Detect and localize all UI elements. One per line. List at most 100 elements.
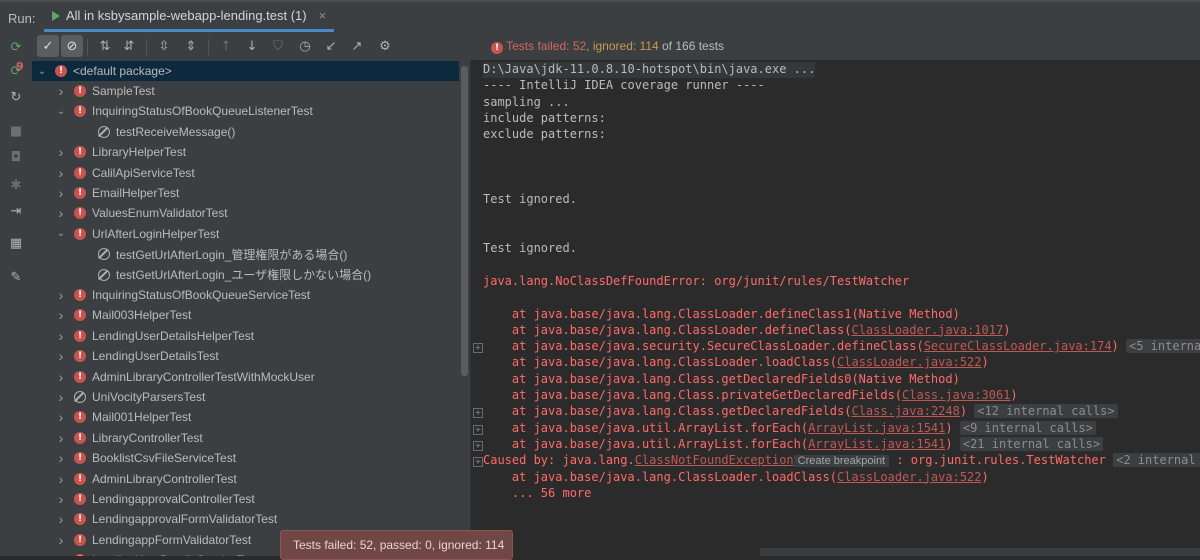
stacktrace-link[interactable]: ArrayList.java:1541 — [808, 437, 945, 451]
chevron-right-icon[interactable]: › — [54, 185, 68, 201]
debug-icon[interactable]: ✱ — [7, 176, 25, 194]
stacktrace-link[interactable]: ClassNotFoundException — [635, 453, 794, 467]
internal-calls-fold[interactable]: <21 internal calls> — [959, 436, 1104, 451]
test-class-row[interactable]: › UniVocityParsersTest — [32, 387, 459, 407]
chevron-right-icon[interactable]: › — [54, 369, 68, 385]
internal-calls-fold[interactable]: <5 internal calls> — [1126, 339, 1200, 354]
test-class-row[interactable]: ›! LibraryControllerTest — [32, 428, 459, 448]
stacktrace-link[interactable]: ClassLoader.java:522 — [837, 470, 982, 484]
test-class-row[interactable]: ›! Mail003HelperTest — [32, 305, 459, 325]
chevron-right-icon[interactable]: › — [54, 552, 68, 556]
fold-icon[interactable]: + — [473, 457, 483, 468]
show-ignored-button[interactable]: ⊘ — [61, 35, 83, 57]
internal-calls-fold[interactable]: <9 internal calls> — [959, 420, 1096, 435]
test-class-row[interactable]: ›! LendingapprovalControllerTest — [32, 489, 459, 509]
test-class-row[interactable]: ›! AdminLibraryControllerTestWithMockUser — [32, 367, 459, 387]
tree-item-label: Mail003HelperTest — [92, 308, 192, 323]
test-class-row[interactable]: ›! ValuesEnumValidatorTest — [32, 203, 459, 223]
export-results-button[interactable]: ↗ — [346, 35, 368, 57]
chevron-right-icon[interactable]: › — [54, 532, 68, 548]
chevron-down-icon[interactable]: ⌄ — [54, 106, 68, 117]
run-configuration-tab[interactable]: All in ksbysample-webapp-lending.test (1… — [44, 2, 335, 32]
console-line: at java.base/java.lang.ClassLoader.defin… — [483, 323, 1011, 339]
tree-root-row[interactable]: ⌄! <default package> — [32, 61, 459, 81]
test-class-row[interactable]: ›! CalilApiServiceTest — [32, 163, 459, 183]
chevron-right-icon[interactable]: › — [54, 450, 68, 466]
failed-test-icon: ! — [74, 411, 86, 424]
test-history-button[interactable]: ◷ — [294, 35, 316, 57]
chevron-right-icon[interactable]: › — [54, 144, 68, 160]
stop-icon[interactable]: ■ — [7, 122, 25, 140]
stacktrace-link[interactable]: SecureClassLoader.java:174 — [924, 339, 1112, 353]
chevron-right-icon[interactable]: › — [54, 165, 68, 181]
chevron-down-icon[interactable]: ⌄ — [54, 228, 68, 239]
chevron-right-icon[interactable]: › — [54, 511, 68, 527]
test-method-row[interactable]: testReceiveMessage() — [32, 122, 459, 142]
layout-icon[interactable]: ▦ — [7, 234, 25, 252]
test-class-row[interactable]: ⌄! InquiringStatusOfBookQueueListenerTest — [32, 101, 459, 121]
chevron-right-icon[interactable]: › — [54, 471, 68, 487]
show-passed-button[interactable]: ✓ — [37, 35, 59, 57]
import-results-button[interactable]: ↙ — [320, 35, 342, 57]
test-method-row[interactable]: testGetUrlAfterLogin_ユーザ権限しかない場合() — [32, 265, 459, 285]
chevron-right-icon[interactable]: › — [54, 348, 68, 364]
run-tool-window-header: Run: All in ksbysample-webapp-lending.te… — [0, 0, 1200, 34]
chevron-right-icon[interactable]: › — [54, 409, 68, 425]
status-total: of 166 tests — [658, 39, 725, 53]
chevron-right-icon[interactable]: › — [54, 205, 68, 221]
collapse-all-button[interactable]: ⇕ — [180, 35, 202, 57]
test-class-row[interactable]: ›! AdminLibraryControllerTest — [32, 469, 459, 489]
fold-icon[interactable]: + — [473, 408, 483, 419]
tree-scrollbar[interactable] — [459, 60, 470, 556]
console-text: Test ignored. — [483, 241, 577, 256]
test-class-row[interactable]: ›! BooklistCsvFileServiceTest — [32, 448, 459, 468]
test-class-row[interactable]: ›! EmailHelperTest — [32, 183, 459, 203]
create-breakpoint-button[interactable]: Create breakpoint — [793, 455, 890, 468]
next-failed-button[interactable]: ↓ — [241, 35, 263, 57]
tree-root-label: <default package> — [73, 64, 172, 78]
camera-icon[interactable]: ◘ — [7, 148, 25, 166]
chevron-right-icon[interactable]: › — [54, 307, 68, 323]
test-class-row[interactable]: ⌄! UrlAfterLoginHelperTest — [32, 224, 459, 244]
chevron-right-icon[interactable]: › — [54, 328, 68, 344]
chevron-down-icon[interactable]: ⌄ — [35, 66, 49, 77]
stacktrace-link[interactable]: ArrayList.java:1541 — [808, 421, 945, 435]
test-class-row[interactable]: ›! LendingapprovalFormValidatorTest — [32, 509, 459, 529]
expand-all-button[interactable]: ⇳ — [153, 35, 175, 57]
failed-test-icon: ! — [74, 513, 86, 526]
chevron-right-icon[interactable]: › — [54, 430, 68, 446]
console-horizontal-scrollbar[interactable] — [760, 548, 1200, 556]
pin-icon[interactable]: ✎ — [7, 268, 25, 286]
test-class-row[interactable]: ›! LendingUserDetailsHelperTest — [32, 326, 459, 346]
chevron-right-icon[interactable]: › — [54, 287, 68, 303]
sort-by-duration-button[interactable]: ⇵ — [118, 35, 140, 57]
test-class-row[interactable]: ›! LendingUserDetailsTest — [32, 346, 459, 366]
test-class-row[interactable]: ›! Mail001HelperTest — [32, 407, 459, 427]
rerun-icon[interactable]: ⟳ — [7, 38, 25, 56]
stacktrace-link[interactable]: Class.java:3061 — [902, 388, 1010, 402]
settings-button[interactable]: ⚙ — [374, 35, 396, 57]
chevron-right-icon[interactable]: › — [54, 389, 68, 405]
stacktrace-link[interactable]: ClassLoader.java:522 — [837, 355, 982, 369]
internal-calls-fold[interactable]: <2 internal calls> — [1113, 453, 1200, 468]
fold-icon[interactable]: + — [473, 424, 483, 435]
exit-icon[interactable]: ⇥ — [7, 202, 25, 220]
tree-scrollbar-thumb[interactable] — [461, 66, 468, 376]
stacktrace-link[interactable]: ClassLoader.java:1017 — [851, 323, 1003, 337]
test-class-row[interactable]: ›! InquiringStatusOfBookQueueServiceTest — [32, 285, 459, 305]
internal-calls-fold[interactable]: <12 internal calls> — [974, 404, 1118, 419]
console-output[interactable]: D:\Java\jdk-11.0.8.10-hotspot\bin\java.e… — [471, 60, 1200, 556]
sort-alphabetically-button[interactable]: ⇅ — [94, 35, 116, 57]
stacktrace-link[interactable]: Class.java:2248 — [851, 404, 959, 418]
fold-icon[interactable]: + — [473, 440, 483, 451]
fold-icon[interactable]: + — [473, 343, 483, 354]
previous-failed-button[interactable]: ↑ — [215, 35, 237, 57]
test-class-row[interactable]: ›! LibraryHelperTest — [32, 142, 459, 162]
toggle-auto-test-icon[interactable]: ↻ — [7, 88, 25, 106]
test-method-row[interactable]: testGetUrlAfterLogin_管理権限がある場合() — [32, 244, 459, 264]
close-icon[interactable]: × — [319, 8, 327, 23]
coverage-button[interactable]: ⛉ — [267, 35, 289, 57]
chevron-right-icon[interactable]: › — [54, 491, 68, 507]
test-class-row[interactable]: ›! SampleTest — [32, 81, 459, 101]
chevron-right-icon[interactable]: › — [54, 83, 68, 99]
